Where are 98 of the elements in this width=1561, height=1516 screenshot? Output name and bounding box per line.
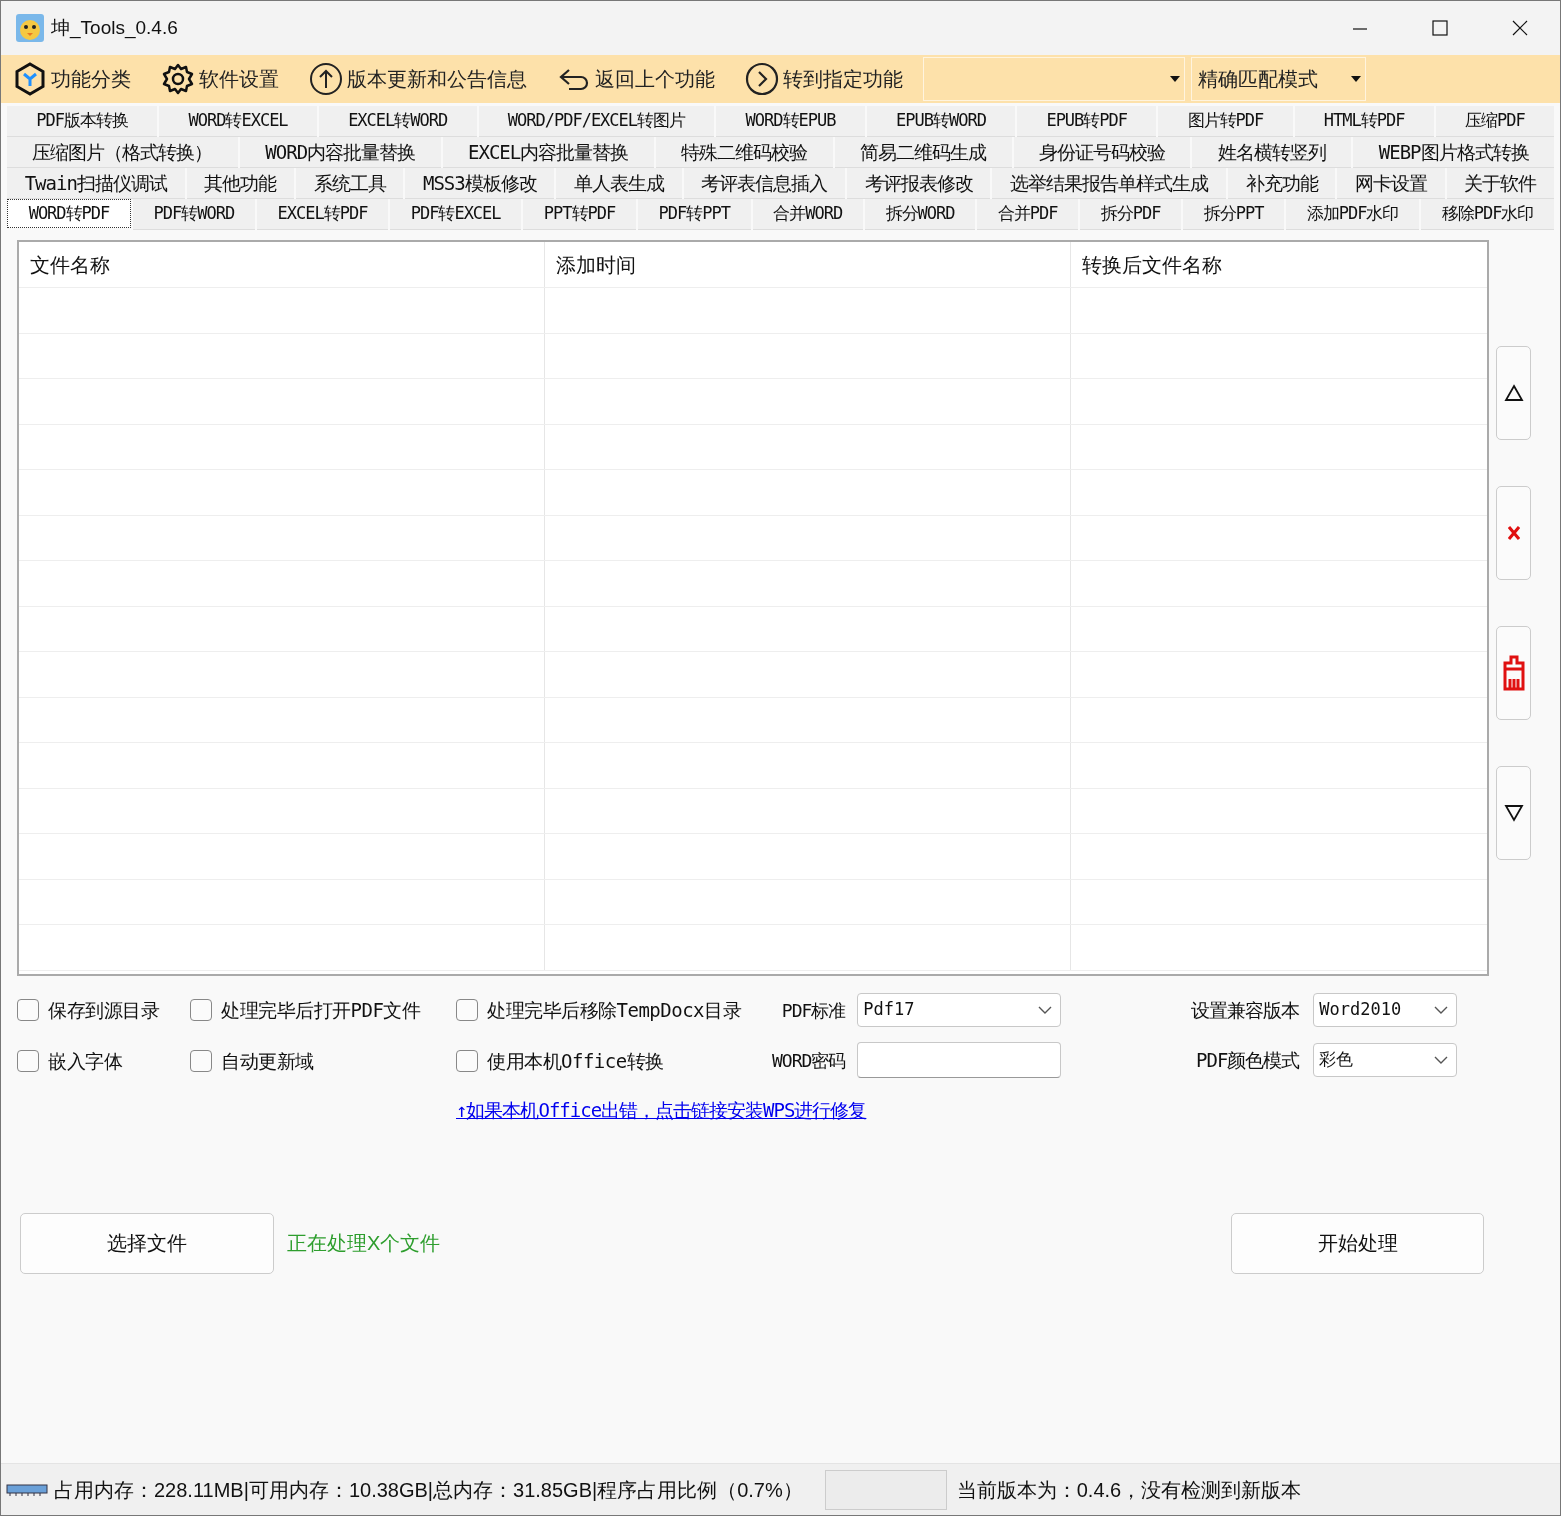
tab[interactable]: 网卡设置 [1337, 168, 1445, 199]
toolbar-button[interactable]: 功能分类 [13, 62, 131, 96]
checkbox[interactable] [17, 1050, 39, 1072]
checkbox-label: 保存到源目录 [48, 997, 159, 1023]
caret-icon [1351, 76, 1361, 82]
tab[interactable]: 拆分WORD [864, 199, 976, 230]
status-text: 正在处理X个文件 [287, 1231, 441, 1256]
tab[interactable]: 移除PDF水印 [1421, 199, 1555, 230]
tab[interactable]: PDF转EXCEL [390, 199, 522, 230]
start-button[interactable]: 开始处理 [1231, 1212, 1484, 1274]
tab[interactable]: WEBP图片格式转换 [1353, 137, 1554, 168]
column-header[interactable]: 添加时间 [556, 249, 636, 280]
tab[interactable]: 考评报表修改 [847, 168, 991, 199]
tab[interactable]: 压缩PDF [1435, 106, 1554, 137]
checkbox[interactable] [456, 999, 478, 1021]
tab[interactable]: 关于软件 [1446, 168, 1554, 199]
tab[interactable]: EXCEL内容批量替换 [442, 137, 654, 168]
chevron-down-icon [1038, 1006, 1053, 1014]
tab[interactable]: EPUB转WORD [866, 106, 1016, 137]
toolbar-button[interactable]: 转到指定功能 [745, 62, 903, 96]
tab[interactable]: 合并PDF [977, 199, 1079, 230]
tab[interactable]: 简易二维码生成 [834, 137, 1012, 168]
checkbox-label: 嵌入字体 [48, 1048, 122, 1074]
tab[interactable]: PDF转PPT [637, 199, 751, 230]
dropdown-value: Word2010 [1319, 998, 1402, 1022]
mode-dropdown[interactable]: 精确匹配模式 [1191, 57, 1366, 101]
tab[interactable]: WORD内容批量替换 [239, 137, 441, 168]
column-header[interactable]: 转换后文件名称 [1082, 249, 1222, 280]
tab[interactable]: PDF转WORD [132, 199, 255, 230]
memory-chip-icon [6, 1482, 48, 1497]
checkbox[interactable] [456, 1050, 478, 1072]
tab[interactable]: WORD转EPUB [716, 106, 865, 137]
version-status: 当前版本为：0.4.6，没有检测到新版本 [956, 1477, 1302, 1503]
tab[interactable]: 补充功能 [1227, 168, 1336, 199]
up-arrow-circle-icon [309, 62, 343, 96]
tab[interactable]: 添加PDF水印 [1286, 199, 1420, 230]
tab[interactable]: 特殊二维码校验 [655, 137, 833, 168]
tab[interactable]: 合并WORD [752, 199, 863, 230]
field-label: 设置兼容版本 [1191, 997, 1300, 1023]
dropdown[interactable]: Word2010 [1313, 993, 1458, 1027]
checkbox[interactable] [190, 999, 212, 1021]
tab[interactable]: PDF版本转换 [7, 106, 158, 137]
toolbar-button[interactable]: 版本更新和公告信息 [309, 62, 527, 96]
checkbox-label: 处理完毕后打开PDF文件 [221, 997, 421, 1023]
settings-icon [161, 62, 195, 96]
toolbar-button[interactable]: 返回上个功能 [557, 62, 715, 96]
down-triangle-icon [1503, 804, 1524, 822]
dropdown-value: Pdf17 [863, 998, 915, 1022]
hexagon-icon [13, 62, 47, 96]
right-chevron-circle-icon [745, 62, 779, 96]
tab[interactable]: 选举结果报告单样式生成 [992, 168, 1226, 199]
tab[interactable]: 系统工具 [295, 168, 404, 199]
checkbox-label: 处理完毕后移除TempDocx目录 [487, 997, 741, 1023]
up-triangle-icon [1503, 384, 1524, 402]
chevron-down-icon [1434, 1006, 1449, 1014]
tab[interactable]: WORD转PDF [7, 199, 131, 228]
field-label: PDF标准 [781, 998, 846, 1023]
dropdown[interactable]: 彩色 [1313, 1043, 1458, 1077]
field-label: WORD密码 [772, 1048, 846, 1073]
password-field[interactable] [857, 1042, 1062, 1078]
select-files-button[interactable]: 选择文件 [20, 1212, 274, 1274]
tab[interactable]: EPUB转PDF [1017, 106, 1157, 137]
column-header[interactable]: 文件名称 [30, 249, 110, 280]
chevron-down-icon [1434, 1056, 1449, 1064]
memory-status: 占用内存：228.11MB|可用内存：10.38GB|总内存：31.85GB|程序占用比例（0.7%） [54, 1477, 803, 1503]
side-button[interactable] [1496, 346, 1531, 440]
tab[interactable]: 压缩图片（格式转换） [7, 137, 238, 168]
side-button[interactable] [1496, 766, 1531, 860]
tab[interactable]: EXCEL转WORD [318, 106, 477, 137]
tab[interactable]: PPT转PDF [523, 199, 636, 230]
checkbox-label: 自动更新域 [221, 1048, 314, 1074]
tab[interactable]: 考评表信息插入 [683, 168, 846, 199]
dropdown-value: 彩色 [1319, 1048, 1354, 1072]
tab[interactable]: 图片转PDF [1158, 106, 1293, 137]
close-icon [1507, 526, 1520, 540]
tab[interactable]: EXCEL转PDF [256, 199, 389, 230]
checkbox-label: 使用本机Office转换 [487, 1048, 664, 1074]
toolbar-button[interactable]: 软件设置 [161, 62, 279, 96]
tab[interactable]: MSS3模板修改 [405, 168, 555, 199]
dropdown-value: 精确匹配模式 [1198, 67, 1319, 92]
app-icon [15, 13, 45, 43]
window-title: 坤_Tools_0.4.6 [51, 15, 178, 41]
tab[interactable]: 拆分PPT [1183, 199, 1285, 230]
caret-icon [1170, 76, 1180, 82]
repair-link[interactable]: ↑如果本机Office出错，点击链接安装WPS进行修复 [456, 1099, 867, 1121]
tab[interactable]: WORD转EXCEL [159, 106, 317, 137]
tab[interactable]: 单人表生成 [556, 168, 682, 199]
tab[interactable]: Twain扫描仪调试 [7, 168, 185, 199]
checkbox[interactable] [17, 999, 39, 1021]
tab[interactable]: 拆分PDF [1080, 199, 1182, 230]
tab[interactable]: HTML转PDF [1294, 106, 1434, 137]
field-label: PDF颜色模式 [1196, 1047, 1300, 1073]
tab[interactable]: 姓名横转竖列 [1192, 137, 1352, 168]
tab[interactable]: WORD/PDF/EXCEL转图片 [478, 106, 715, 137]
checkbox[interactable] [190, 1050, 212, 1072]
dropdown[interactable]: Pdf17 [857, 993, 1062, 1027]
tab[interactable]: 身份证号码校验 [1013, 137, 1191, 168]
tab[interactable]: 其他功能 [186, 168, 294, 199]
